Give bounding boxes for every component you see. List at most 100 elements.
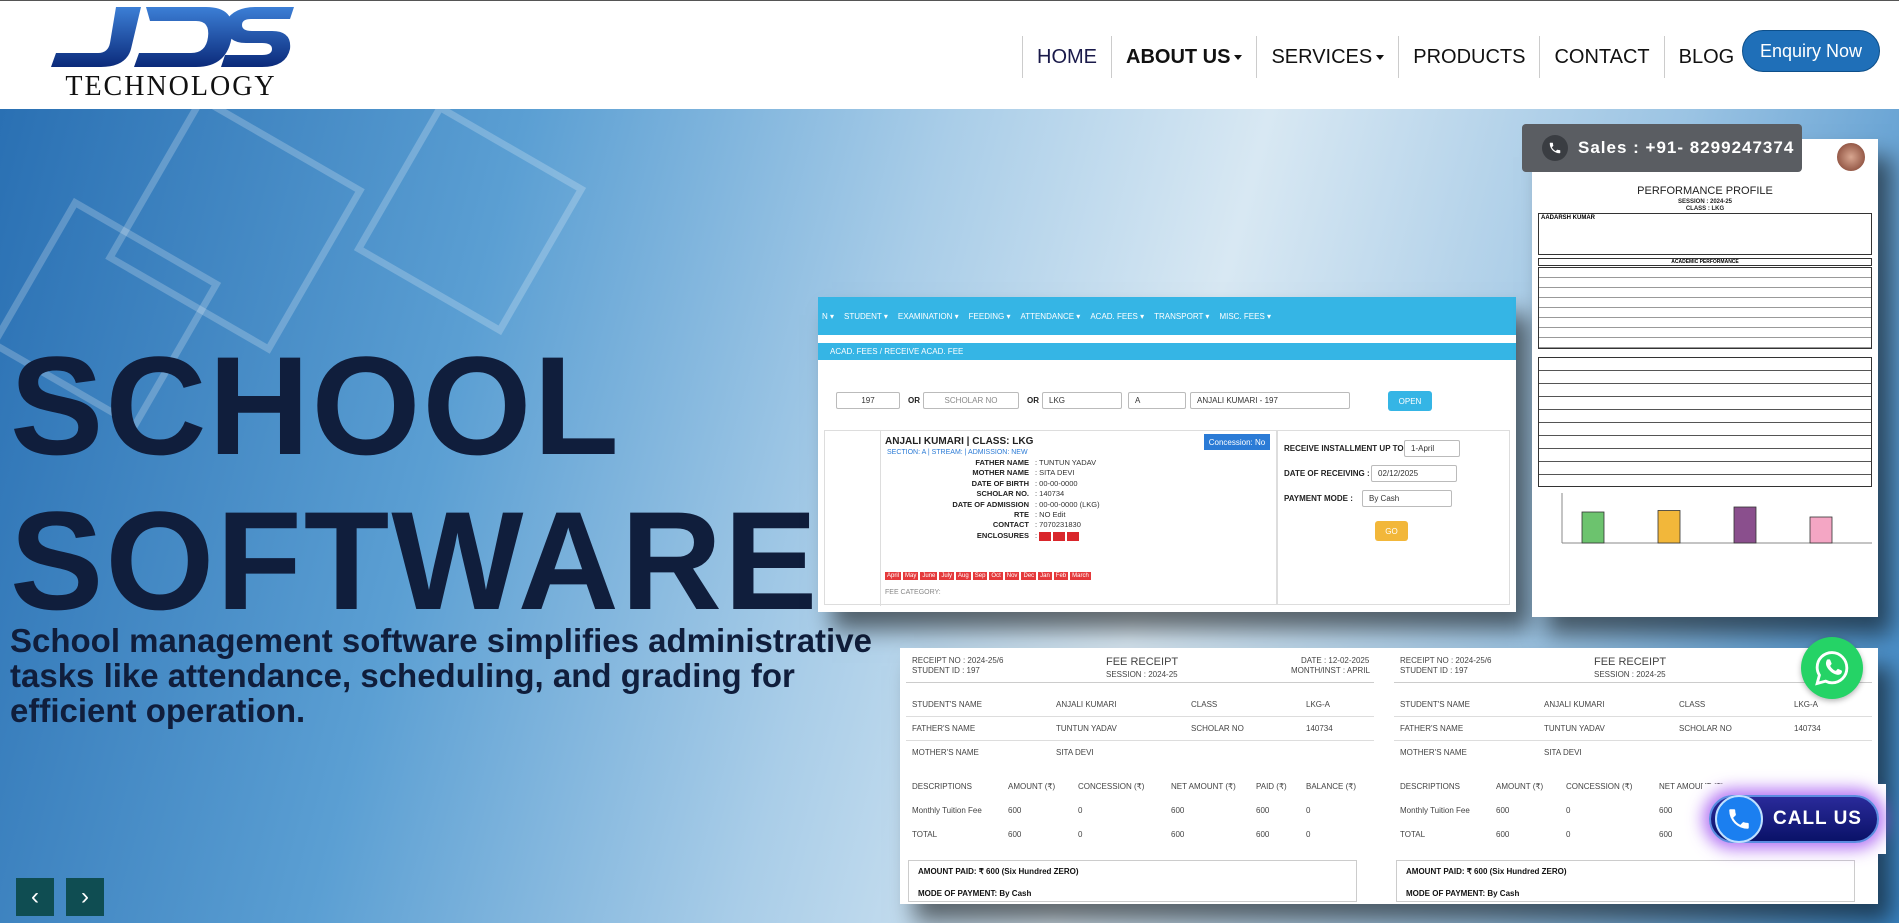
student-field-value: : 7070231830 xyxy=(1035,520,1081,530)
nav-home[interactable]: HOME xyxy=(1022,36,1111,78)
receipt-text: RECEIPT NO : 2024-25/6 xyxy=(912,656,1004,665)
receipt-text: 0 xyxy=(1078,830,1083,839)
profile-section-title: ACADEMIC PERFORMANCE xyxy=(1538,258,1872,266)
or-label: OR xyxy=(908,396,920,405)
profile-student-table: AADARSH KUMAR xyxy=(1538,213,1872,255)
receipt-divider xyxy=(1394,682,1872,683)
profile-bar xyxy=(1581,511,1605,544)
receipt-row-line xyxy=(1394,740,1872,741)
student-field-value: : TUNTUN YADAV xyxy=(1035,458,1097,467)
month-chip: May xyxy=(903,572,919,580)
student-field-value: : 00-00-0000 (LKG) xyxy=(1035,499,1100,509)
receipt-text: SITA DEVI xyxy=(1544,748,1582,757)
nav-services[interactable]: SERVICES xyxy=(1256,36,1398,78)
receipt-text: ANJALI KUMARI xyxy=(1544,700,1605,709)
nav-products[interactable]: PRODUCTS xyxy=(1398,36,1539,78)
payment-mode-label: PAYMENT MODE : xyxy=(1284,494,1353,503)
receipt-text: STUDENT ID : 197 xyxy=(912,666,980,675)
month-chip: Nov xyxy=(1004,572,1020,580)
nav-about-us[interactable]: ABOUT US xyxy=(1111,36,1256,78)
slider-prev-button[interactable]: ‹ xyxy=(16,878,54,916)
receipt-text: AMOUNT PAID: ₹ 600 (Six Hundred ZERO) xyxy=(918,867,1079,876)
receipt-text: 600 xyxy=(1496,830,1510,839)
receipt-text: DATE : 12-02-2025 xyxy=(1301,656,1370,665)
chevron-right-icon: › xyxy=(81,883,89,910)
fee-app-screenshot: N ▾ STUDENT ▾ EXAMINATION ▾ FEEDING ▾ ATTEND… xyxy=(818,297,1516,612)
receipt-text: STUDENT ID : 197 xyxy=(1400,666,1468,675)
fee-receipt-screenshot: RECEIPT NO : 2024-25/6 STUDENT ID : 197 FE… xyxy=(900,648,1878,904)
receipt-text: CONCESSION (₹) xyxy=(1566,782,1633,791)
app-menu-item: N ▾ xyxy=(822,311,835,321)
receipt-text: FATHER'S NAME xyxy=(912,724,976,733)
enclosure-chip xyxy=(1039,532,1051,541)
receipt-text: Monthly Tuition Fee xyxy=(912,806,982,815)
month-chip: Dec xyxy=(1021,572,1037,580)
receipt-text: 600 xyxy=(1496,806,1510,815)
receipt-text: SCHOLAR NO xyxy=(1679,724,1732,733)
receipt-text: AMOUNT (₹) xyxy=(1496,782,1544,791)
student-field-label: FATHER NAME xyxy=(975,458,1029,467)
student-field-value: : xyxy=(1035,530,1038,540)
month-chip: March xyxy=(1070,572,1091,580)
sales-phone-bar[interactable]: Sales : +91- 8299247374 xyxy=(1522,124,1802,172)
receipt-text: 600 xyxy=(1256,830,1270,839)
whatsapp-button[interactable] xyxy=(1801,637,1863,699)
receipt-text: 140734 xyxy=(1306,724,1333,733)
month-chip: Oct xyxy=(989,572,1003,580)
enclosure-chip xyxy=(1053,532,1065,541)
profile-title: PERFORMANCE PROFILE xyxy=(1637,185,1773,197)
class-select: LKG xyxy=(1042,392,1122,409)
call-us-widget[interactable]: CALL US xyxy=(1702,784,1886,854)
receipt-text: SESSION : 2024-25 xyxy=(1106,670,1178,679)
whatsapp-icon xyxy=(1815,651,1849,686)
call-us-button[interactable]: CALL US xyxy=(1709,795,1879,843)
receipt-text: 600 xyxy=(1171,806,1185,815)
receive-installment-label: RECEIVE INSTALLMENT UP TO : xyxy=(1284,444,1409,453)
student-field-value: : 140734 xyxy=(1035,489,1065,499)
chevron-down-icon xyxy=(1376,54,1385,60)
receipt-text: 0 xyxy=(1566,806,1571,815)
payment-mode-select: By Cash xyxy=(1362,490,1452,507)
or-label-2: OR xyxy=(1027,396,1039,405)
installment-select: 1-April xyxy=(1404,440,1460,457)
company-logo[interactable]: TECHNOLOGY xyxy=(46,5,296,102)
slider-next-button[interactable]: › xyxy=(66,878,104,916)
app-breadcrumb: ACAD. FEES / RECEIVE ACAD. FEE xyxy=(818,343,1516,360)
phone-icon xyxy=(1542,135,1568,161)
fee-receipt-2: RECEIPT NO : 2024-25/6 STUDENT ID : 197 FE… xyxy=(1394,648,1872,904)
receipt-text: STUDENT'S NAME xyxy=(912,700,982,709)
receipt-text: 0 xyxy=(1566,830,1571,839)
app-menu-item: ACAD. FEES ▾ xyxy=(1090,311,1145,321)
receipt-text: MOTHER'S NAME xyxy=(1400,748,1467,757)
month-chip: April xyxy=(885,572,902,580)
receipt-text: MODE OF PAYMENT: By Cash xyxy=(1406,889,1520,898)
app-menu-item: STUDENT ▾ xyxy=(844,311,888,321)
nav-contact[interactable]: CONTACT xyxy=(1539,36,1663,78)
receipt-text: SESSION : 2024-25 xyxy=(1594,670,1666,679)
month-chip: Feb xyxy=(1053,572,1069,580)
receipt-text: 0 xyxy=(1306,830,1311,839)
receipt-text: BALANCE (₹) xyxy=(1306,782,1356,791)
app-menu-item: MISC. FEES ▾ xyxy=(1219,311,1272,321)
receipt-row-line xyxy=(1394,716,1872,717)
student-heading: ANJALI KUMARI | CLASS: LKG xyxy=(885,436,1034,447)
receipt-text: DESCRIPTIONS xyxy=(912,782,973,791)
student-field-label: DATE OF ADMISSION xyxy=(952,499,1029,509)
student-field-value: : NO Edit xyxy=(1035,510,1066,519)
enquiry-now-button[interactable]: Enquiry Now xyxy=(1742,30,1880,72)
student-field-label: CONTACT xyxy=(992,520,1029,530)
receipt-text: PAID (₹) xyxy=(1256,782,1287,791)
month-chips: April May June July Aug Sep Oct Nov Dec Jan Feb Mar… xyxy=(885,572,1091,580)
student-field-label: DATE OF BIRTH xyxy=(971,478,1029,488)
receipt-text: MOTHER'S NAME xyxy=(912,748,979,757)
hero-title-line2: SOFTWARE xyxy=(10,482,820,639)
receipt-text: MONTH/INST : APRIL xyxy=(1291,666,1370,675)
receipt-text: TOTAL xyxy=(1400,830,1426,839)
logo-text: TECHNOLOGY xyxy=(65,71,277,102)
receipt-text: FATHER'S NAME xyxy=(1400,724,1464,733)
student-field-value: : SITA DEVI xyxy=(1035,468,1075,478)
nav-blog[interactable]: BLOG xyxy=(1663,36,1749,78)
receipt-text: MODE OF PAYMENT: By Cash xyxy=(918,889,1032,898)
app-menu-item: ATTENDANCE ▾ xyxy=(1020,311,1081,321)
app-menu-item: EXAMINATION ▾ xyxy=(897,311,959,321)
